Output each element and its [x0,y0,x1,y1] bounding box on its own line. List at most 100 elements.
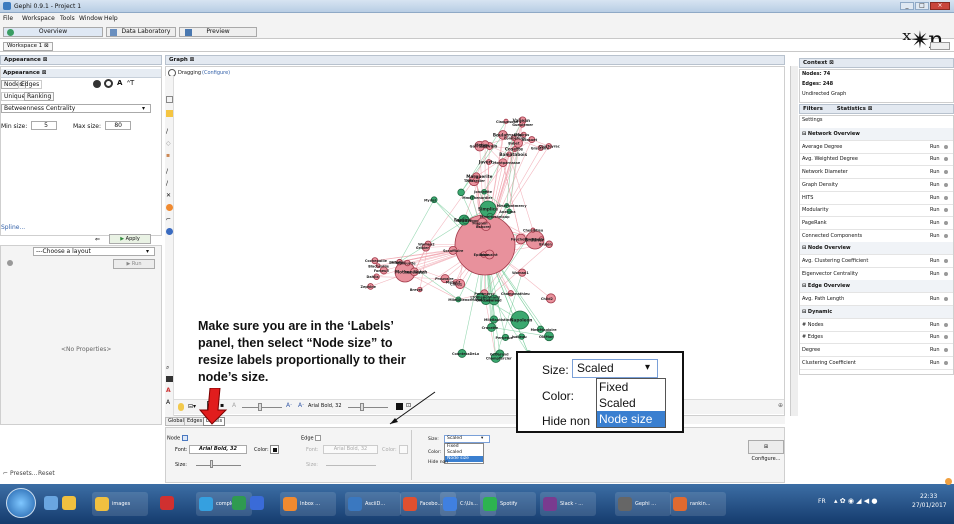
tab-edges[interactable]: Edges [18,80,43,89]
right-splitter[interactable] [790,66,798,416]
sizer-icon[interactable]: ▪ [166,152,170,159]
maximize-icon[interactable]: □ [915,2,929,10]
info-icon[interactable] [944,322,948,327]
overview-button[interactable]: Overview [3,27,103,37]
screenshot-icon[interactable] [166,376,173,382]
info-icon[interactable] [944,144,948,149]
minimize-icon[interactable]: _ [900,2,914,10]
info-icon[interactable] [944,297,948,302]
quick-launch-icon[interactable] [160,496,174,510]
info-icon[interactable] [944,360,948,365]
run-button[interactable]: Run [930,233,940,239]
layout-select[interactable]: ---Choose a layout ▾ [33,247,155,256]
info-icon[interactable] [944,233,948,238]
menu-file[interactable]: File [3,15,13,22]
stats-section-header[interactable]: ⊟ Node Overview [800,242,953,256]
node-label-checkbox[interactable] [181,435,188,441]
info-icon[interactable] [944,271,948,276]
info-icon[interactable] [944,182,948,187]
color-palette-icon[interactable] [93,80,101,88]
graph-node[interactable] [457,188,465,197]
run-button[interactable]: Run [930,182,940,188]
node-font-button[interactable]: Arial Bold, 32 [189,445,247,454]
info-icon[interactable] [944,335,948,340]
configure-link[interactable]: (Configure) [202,70,230,76]
edge-font-button[interactable]: Arial Bold, 32 [323,445,378,454]
drag-tool-icon[interactable] [166,110,173,117]
spotify-task[interactable]: Spotify [480,492,536,516]
data-laboratory-button[interactable]: Data Laboratory [106,27,176,37]
edge-label-checkbox[interactable] [315,435,322,441]
collapse-icon[interactable]: ⊕ [778,402,783,409]
size-mode-dropdown[interactable]: Fixed Scaled Node size [444,443,484,464]
apply-button[interactable]: ▶ Apply [109,234,151,244]
edge-pencil-icon[interactable]: ⌐ [166,216,171,223]
layout-info-icon[interactable] [7,260,13,266]
pencil-icon[interactable]: / [166,180,168,187]
start-button[interactable] [6,488,36,518]
run-button[interactable]: Run [930,220,940,226]
quick-launch-icon[interactable] [62,496,76,510]
menu-window[interactable]: Window [79,15,103,22]
label-color-icon[interactable]: A [117,79,122,87]
run-button[interactable]: Run [930,334,940,340]
run-button[interactable]: Run [930,144,940,150]
zoom-option-node-size[interactable]: Node size [597,411,665,427]
bulb-icon[interactable] [178,403,184,411]
tray-icons[interactable]: ▴ ✿ ◉ ◢ ◀ ● [834,497,878,505]
close-icon[interactable]: ⊠ [44,43,49,49]
node-label-toggle[interactable]: Node [167,435,188,442]
run-button[interactable]: Run [930,207,940,213]
edit-icon[interactable]: / [166,168,168,175]
tab-ranking[interactable]: Ranking [24,92,55,101]
ranking-attribute-select[interactable]: Betweenness Centrality ▾ [1,104,151,113]
rankin-task[interactable]: rankin... [670,492,726,516]
quick-launch-icon[interactable] [250,496,264,510]
workspace-tab[interactable]: Workspace 1 ⊠ [3,42,53,51]
brush-icon[interactable]: / [166,128,168,135]
heat-map-icon[interactable] [166,204,173,211]
tab-statistics[interactable]: Statistics [837,106,866,112]
graph-icon[interactable] [166,228,173,235]
zoom-size-dropdown[interactable]: Fixed Scaled Node size [596,378,666,428]
run-button[interactable]: Run [930,360,940,366]
notification-icon[interactable] [945,478,952,485]
stats-section-header[interactable]: ⊟ Network Overview [800,128,953,141]
label-size-icon[interactable]: ᴬT [127,79,134,87]
run-button[interactable]: Run [930,156,940,162]
slider-thumb[interactable] [210,460,213,468]
info-icon[interactable] [944,195,948,200]
run-button[interactable]: Run [930,271,940,277]
tab-filters[interactable]: Filters [803,106,823,112]
zoom-size-select[interactable]: Scaled ▾ [572,359,658,378]
presets-link[interactable]: ⌐ Presets... [3,470,38,477]
min-size-input[interactable]: 5 [31,121,57,130]
gephi-task[interactable]: Gephi ... [615,492,671,516]
run-button[interactable]: Run [930,322,940,328]
info-icon[interactable] [944,220,948,225]
run-button[interactable]: Run [930,169,940,175]
edge-label-toggle[interactable]: Edge [301,435,322,442]
stats-section-header[interactable]: ⊟ Dynamic [800,305,953,319]
text-color-icon[interactable]: A [166,387,171,394]
run-layout-button[interactable]: ▶ Run [113,259,155,269]
run-button[interactable]: Run [930,347,940,353]
stats-section-header[interactable]: ⊟ Edge Overview [800,280,953,294]
run-button[interactable]: Run [930,195,940,201]
run-button[interactable]: Run [930,258,940,264]
info-icon[interactable] [944,347,948,352]
info-icon[interactable] [944,259,948,263]
size-icon[interactable] [104,79,113,88]
menu-workspace[interactable]: Workspace [22,15,55,22]
info-icon[interactable] [944,208,948,213]
node-color-swatch[interactable] [270,445,279,454]
window-controls[interactable] [930,42,950,50]
zoom-option-fixed[interactable]: Fixed [597,379,665,395]
info-icon[interactable] [944,157,948,162]
quick-launch-icon[interactable] [232,496,246,510]
option-node-size[interactable]: Node size [445,456,483,462]
reset-link[interactable]: Reset [38,470,55,477]
preview-button[interactable]: Preview [179,27,257,37]
painter-icon[interactable]: ◇ [166,140,171,147]
slack-task[interactable]: Slack - ... [540,492,596,516]
